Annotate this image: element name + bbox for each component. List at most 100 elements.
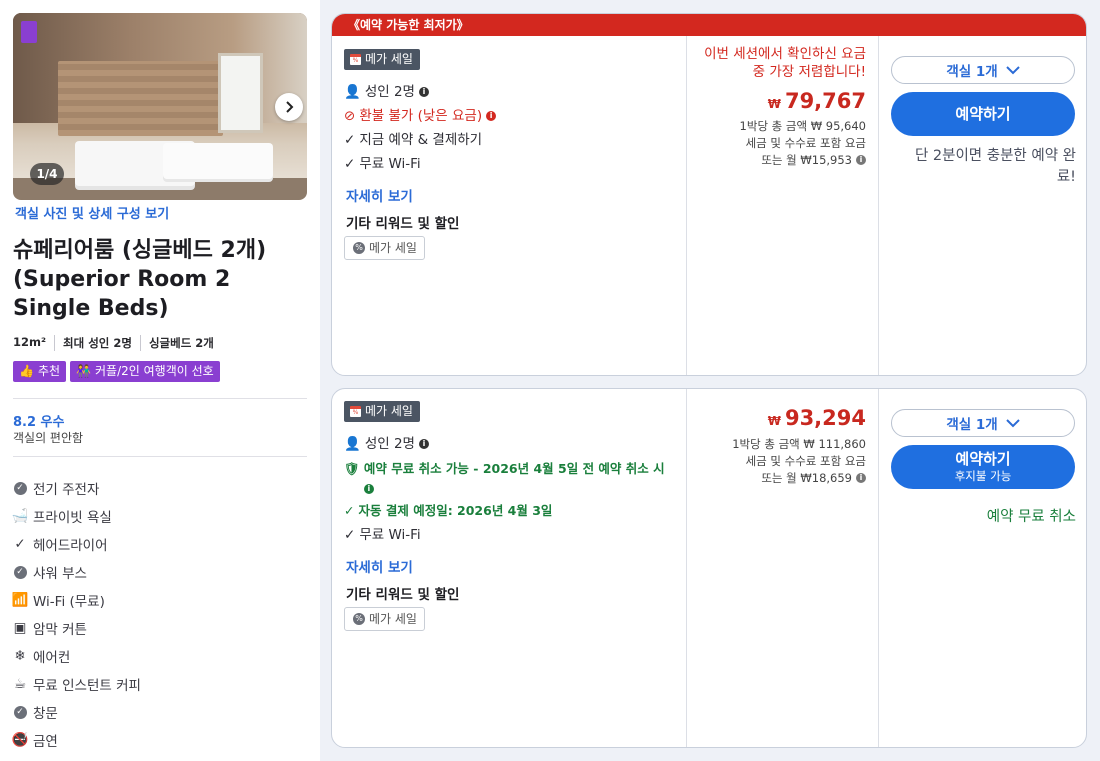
room-tags: 👍 추천 👫 커플/2인 여행객이 선호: [13, 361, 220, 382]
review-score: 8.2 우수: [13, 415, 65, 430]
amenity-label: 금연: [33, 734, 58, 750]
free-cancel-row: 🛡 예약 무료 취소 가능 - 2026년 4월 5일 전 예약 취소 시 i: [344, 461, 665, 494]
photo-details-link[interactable]: 객실 사진 및 상세 구성 보기: [15, 203, 169, 222]
calendar-icon: %: [350, 54, 361, 65]
amenity-label: 창문: [33, 706, 58, 722]
no-smoking-icon: 🚭: [11, 732, 29, 748]
curtain-icon: ▣: [13, 620, 27, 636]
chevron-down-icon: [1005, 418, 1020, 427]
person-icon: 👤: [344, 84, 361, 100]
couple-tag: 👫 커플/2인 여행객이 선호: [70, 361, 220, 382]
review-score-label: 객실의 편안함: [13, 431, 84, 445]
room-photo[interactable]: 1/4: [13, 13, 307, 200]
spec-beds: 싱글베드 2개: [139, 335, 222, 351]
chevron-right-icon: [286, 101, 294, 113]
mega-sale-badge: % 메가 세일: [344, 401, 420, 422]
check-circle-icon: ✓: [13, 705, 27, 719]
bookmark-icon[interactable]: [21, 21, 37, 43]
bathtub-icon: 🛁: [11, 508, 29, 524]
info-icon[interactable]: i: [856, 473, 866, 483]
wifi-row: ✓ 무료 Wi-Fi: [344, 527, 421, 543]
check-circle-icon: ✓: [13, 565, 27, 579]
wifi-row: ✓ 무료 Wi-Fi: [344, 156, 421, 172]
details-link[interactable]: 자세히 보기: [346, 556, 413, 576]
amenity-list: ✓ 전기 주전자 🛁 프라이빗 욕실 ✓ 헤어드라이어 ✓ 샤워 부스 📶 Wi-Fi (무료) ▣…: [11, 474, 141, 754]
urgency-message: 이번 세션에서 확인하신 요금 중 가장 저렴합니다!: [704, 46, 866, 80]
pay-now-row: ✓ 지금 예약 & 결제하기: [344, 132, 483, 148]
info-icon[interactable]: i: [418, 439, 429, 449]
details-link[interactable]: 자세히 보기: [346, 185, 413, 205]
amenity-item: ▣ 암막 커튼: [13, 614, 141, 642]
amenity-item: ✓ 헤어드라이어: [13, 530, 141, 558]
refund-row: ⊘ 환불 불가 (낮은 요금) i: [344, 107, 497, 125]
amenity-item: ☕ 무료 인스턴트 커피: [13, 670, 141, 698]
amenity-label: 암막 커튼: [33, 622, 87, 638]
tax-note: 세금 및 수수료 포함 요금: [745, 454, 866, 468]
discount-icon: %: [353, 242, 365, 254]
offer-actions: 객실 1개 예약하기 후지불 가능 예약 무료 취소: [878, 389, 1086, 747]
mega-sale-outline-badge: % 메가 세일: [344, 236, 425, 260]
per-night-total: 1박당 총 금액 ₩ 95,640: [739, 119, 866, 133]
monthly-price: 또는 월 ₩18,659 i: [761, 470, 866, 486]
price: ₩93,294: [767, 406, 866, 430]
amenity-label: 무료 인스턴트 커피: [33, 678, 141, 694]
book-button[interactable]: 예약하기: [891, 92, 1075, 136]
offer-price: ₩93,294 1박당 총 금액 ₩ 111,860 세금 및 수수료 포함 요…: [686, 389, 878, 747]
offer-conditions: % 메가 세일 👤 성인 2명 i ⊘ 환불 불가 (낮은 요금) i ✓ 지금…: [332, 36, 686, 375]
tax-note: 세금 및 수수료 포함 요금: [745, 136, 866, 150]
offer-card-lowest: 《예약 가능한 최저가》 % 메가 세일 👤 성인 2명 i ⊘ 환불 불가 (…: [331, 13, 1087, 376]
snowflake-icon: ❄: [14, 648, 26, 664]
room-title: 슈페리어룸 (싱글베드 2개) (Superior Room 2 Single …: [13, 238, 267, 321]
per-night-total: 1박당 총 금액 ₩ 111,860: [732, 437, 866, 451]
thumbs-up-icon: 👍: [19, 364, 34, 378]
offer-card-free-cancel: % 메가 세일 👤 성인 2명 i 🛡 예약 무료 취소 가능 - 2026년 …: [331, 388, 1087, 748]
couple-icon: 👫: [76, 364, 91, 378]
calendar-icon: %: [350, 406, 361, 417]
amenity-item: ✓ 창문: [13, 698, 141, 726]
guests-row: 👤 성인 2명 i: [344, 435, 429, 453]
room-count-select[interactable]: 객실 1개: [891, 409, 1075, 437]
coffee-icon: ☕: [13, 676, 27, 692]
offer-conditions: % 메가 세일 👤 성인 2명 i 🛡 예약 무료 취소 가능 - 2026년 …: [332, 389, 686, 747]
next-photo-button[interactable]: [275, 93, 303, 121]
check-icon: ✓: [344, 503, 355, 518]
amenity-label: 전기 주전자: [33, 482, 100, 498]
booking-time-note: 단 2분이면 충분한 예약 완료!: [914, 148, 1076, 185]
amenity-label: 에어컨: [33, 650, 71, 666]
discount-icon: %: [353, 613, 365, 625]
amenity-item: 🚭 금연: [11, 726, 141, 754]
check-icon: ✓: [344, 156, 356, 172]
offer-price: 이번 세션에서 확인하신 요금 중 가장 저렴합니다! ₩79,767 1박당 …: [686, 36, 878, 375]
chevron-down-icon: [1005, 65, 1020, 74]
no-refund-icon: ⊘: [344, 108, 356, 124]
spec-occupancy: 최대 성인 2명: [54, 335, 140, 351]
amenity-label: 샤워 부스: [33, 566, 87, 582]
info-icon[interactable]: i: [486, 111, 497, 121]
other-rewards-label: 기타 리워드 및 할인: [346, 216, 460, 232]
amenity-item: ✓ 전기 주전자: [13, 474, 141, 502]
mega-sale-badge: % 메가 세일: [344, 49, 420, 70]
guests-row: 👤 성인 2명 i: [344, 83, 429, 101]
other-rewards-label: 기타 리워드 및 할인: [346, 587, 460, 603]
info-icon[interactable]: i: [363, 484, 374, 494]
check-circle-icon: ✓: [13, 481, 27, 495]
offer-actions: 객실 1개 예약하기 단 2분이면 충분한 예약 완료!: [878, 36, 1086, 375]
monthly-price: 또는 월 ₩15,953 i: [761, 152, 866, 168]
amenity-item: ✓ 샤워 부스: [13, 558, 141, 586]
mega-sale-outline-badge: % 메가 세일: [344, 607, 425, 631]
room-count-select[interactable]: 객실 1개: [891, 56, 1075, 84]
amenity-item: 📶 Wi-Fi (무료): [12, 586, 141, 614]
recommended-tag: 👍 추천: [13, 361, 67, 382]
info-icon[interactable]: i: [418, 87, 429, 97]
shield-check-icon: 🛡: [344, 461, 360, 476]
check-icon: ✓: [344, 527, 356, 543]
amenity-label: 헤어드라이어: [33, 538, 108, 554]
amenity-item: 🛁 프라이빗 욕실: [11, 502, 141, 530]
price: ₩79,767: [767, 89, 866, 113]
amenity-label: 프라이빗 욕실: [33, 510, 112, 526]
photo-counter: 1/4: [30, 163, 64, 185]
info-icon[interactable]: i: [856, 155, 866, 165]
free-cancel-note: 예약 무료 취소: [986, 509, 1076, 525]
auto-pay-row: ✓ 자동 결제 예정일: 2026년 4월 3일: [344, 503, 553, 518]
book-button[interactable]: 예약하기 후지불 가능: [891, 445, 1075, 489]
